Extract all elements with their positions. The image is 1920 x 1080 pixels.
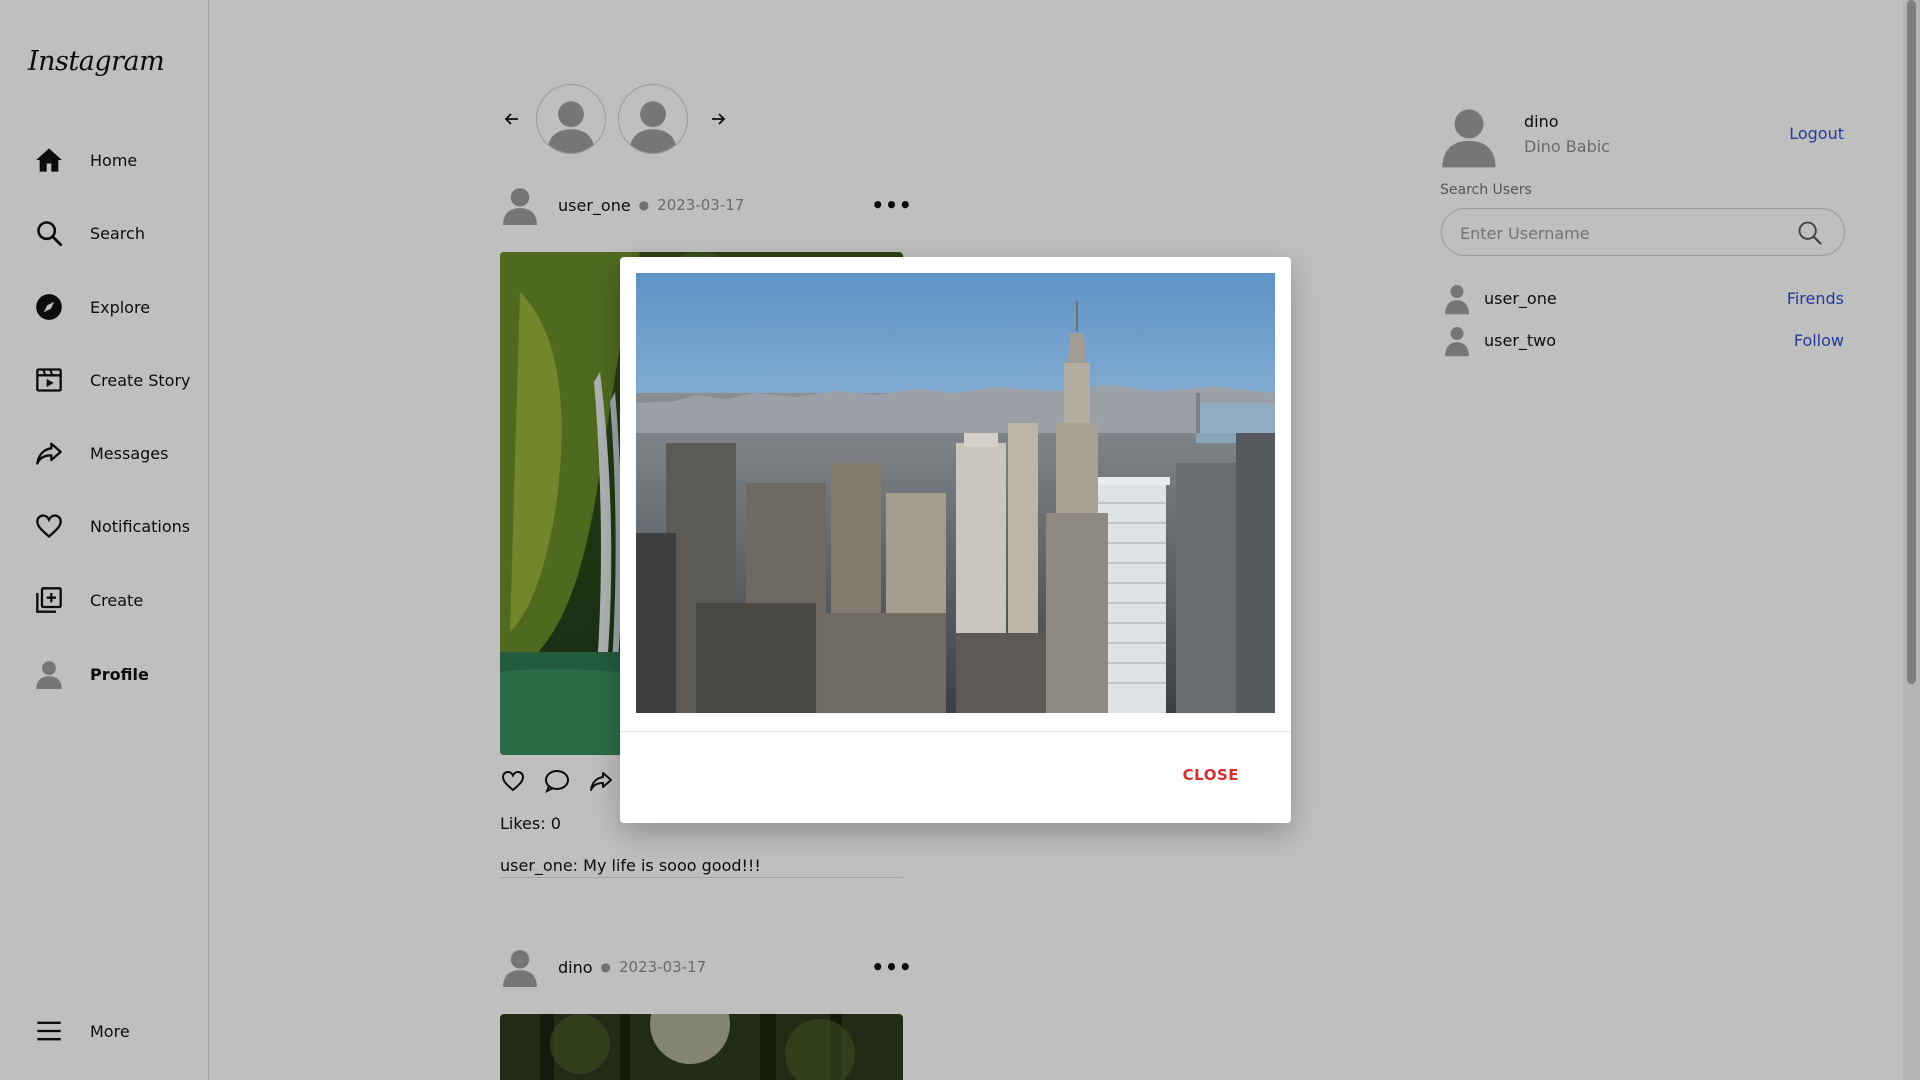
close-button[interactable]: CLOSE xyxy=(1183,766,1239,784)
modal-image xyxy=(636,273,1275,713)
image-preview-modal: CLOSE xyxy=(620,257,1291,823)
modal-divider xyxy=(620,731,1291,732)
